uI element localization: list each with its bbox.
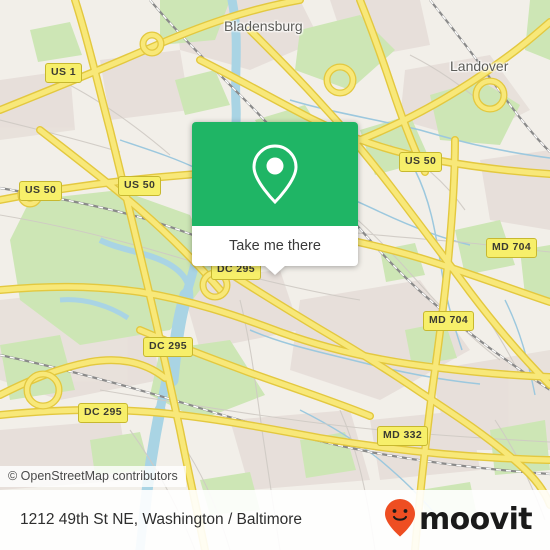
moovit-wordmark: moovit bbox=[418, 502, 533, 537]
road-shield: US 1 bbox=[45, 63, 82, 83]
moovit-pin-smiley-icon bbox=[384, 498, 416, 543]
road-shield: US 50 bbox=[19, 181, 63, 201]
road-shield: US 50 bbox=[118, 176, 162, 196]
map-screen: US 1 US 50 US 50 US 50 MD 704 MD 704 DC 295 DC … bbox=[0, 0, 550, 550]
take-me-there-button[interactable]: Take me there bbox=[192, 226, 358, 266]
popup-image-area bbox=[192, 122, 358, 226]
road-shield: MD 704 bbox=[486, 238, 538, 258]
moovit-logo[interactable]: moovit bbox=[384, 498, 533, 543]
address-label: 1212 49th St NE, Washington / Baltimore bbox=[20, 511, 303, 528]
place-label: Bladensburg bbox=[224, 18, 303, 34]
road-shield: MD 704 bbox=[423, 311, 475, 331]
bottom-info-bar: 1212 49th St NE, Washington / Baltimore … bbox=[0, 490, 550, 550]
map-pin-icon bbox=[250, 143, 300, 205]
road-shield: MD 332 bbox=[377, 426, 429, 446]
road-shield: DC 295 bbox=[78, 403, 129, 423]
location-popup-card[interactable]: Take me there bbox=[192, 122, 358, 275]
osm-attribution[interactable]: © OpenStreetMap contributors bbox=[0, 466, 186, 487]
popup-pointer-tail bbox=[264, 265, 286, 275]
place-label: Landover bbox=[450, 58, 509, 74]
road-shield: US 50 bbox=[399, 152, 443, 172]
take-me-there-label: Take me there bbox=[229, 238, 321, 254]
road-shield: DC 295 bbox=[143, 337, 194, 357]
